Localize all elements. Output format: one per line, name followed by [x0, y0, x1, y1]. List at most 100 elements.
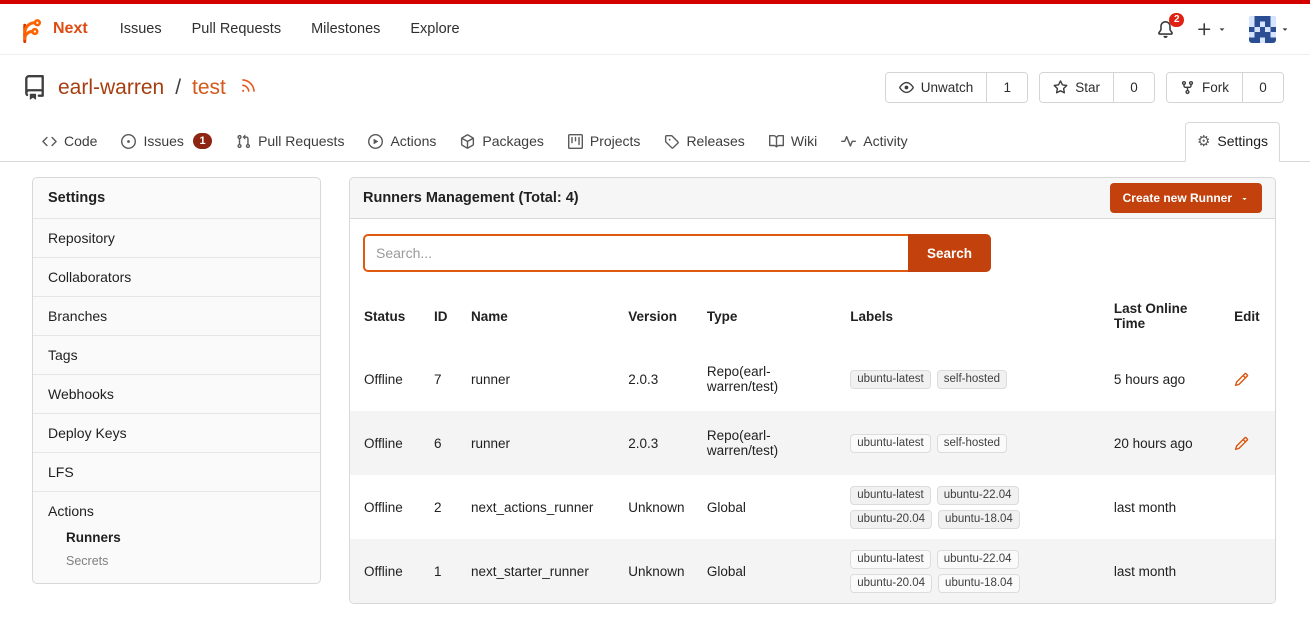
rss-feed-button[interactable]: [237, 76, 257, 100]
table-row: Offline 6 runner 2.0.3 Repo(earl-warren/…: [350, 411, 1275, 475]
repo-tabbar: Code Issues1 Pull Requests Actions Packa…: [0, 116, 1310, 162]
runner-label: ubuntu-latest: [850, 370, 931, 389]
runner-last-online: 5 hours ago: [1104, 347, 1224, 411]
play-circle-icon: [368, 134, 383, 149]
package-icon: [460, 134, 475, 149]
panel-header: Runners Management (Total: 4) Create new…: [349, 177, 1276, 219]
chevron-down-icon: [1280, 24, 1290, 34]
tab-code[interactable]: Code: [30, 122, 109, 162]
runner-id: 2: [424, 475, 461, 539]
unwatch-button[interactable]: Unwatch: [886, 73, 988, 102]
col-labels: Labels: [840, 284, 1104, 347]
brand-label: Next: [53, 20, 88, 38]
runner-labels: ubuntu-latest ubuntu-22.04 ubuntu-20.04 …: [850, 486, 1094, 529]
sidebar-item-collaborators[interactable]: Collaborators: [33, 257, 320, 296]
repo-name-link[interactable]: test: [192, 76, 226, 100]
fork-button[interactable]: Fork: [1167, 73, 1243, 102]
stars-count[interactable]: 0: [1114, 73, 1154, 102]
runner-labels: ubuntu-latest self-hosted: [850, 434, 1094, 453]
runner-type: Repo(earl-warren/test): [697, 347, 840, 411]
runner-version: Unknown: [618, 475, 697, 539]
forks-count[interactable]: 0: [1243, 73, 1283, 102]
runner-label: ubuntu-18.04: [938, 510, 1020, 529]
tab-projects[interactable]: Projects: [556, 122, 653, 162]
runner-labels: ubuntu-latest self-hosted: [850, 370, 1094, 389]
col-last-online: Last Online Time: [1104, 284, 1224, 347]
sidebar-item-tags[interactable]: Tags: [33, 335, 320, 374]
sidebar-item-deploy-keys[interactable]: Deploy Keys: [33, 413, 320, 452]
sidebar-item-actions[interactable]: Actions: [48, 503, 94, 519]
search-button[interactable]: Search: [908, 234, 991, 272]
rss-icon: [240, 77, 257, 94]
tab-actions[interactable]: Actions: [356, 122, 448, 162]
runner-id: 1: [424, 539, 461, 603]
table-header-row: Status ID Name Version Type Labels Last …: [350, 284, 1275, 347]
nav-issues[interactable]: Issues: [120, 21, 162, 37]
sidebar-item-runners[interactable]: Runners: [48, 519, 305, 545]
eye-icon: [899, 80, 914, 95]
runner-label: ubuntu-22.04: [937, 550, 1019, 569]
user-menu-button[interactable]: [1249, 16, 1290, 43]
fork-icon: [1180, 80, 1195, 95]
tab-activity[interactable]: Activity: [829, 122, 919, 162]
star-label: Star: [1075, 80, 1100, 95]
star-button[interactable]: Star: [1040, 73, 1114, 102]
plus-icon: [1196, 21, 1213, 38]
watchers-count[interactable]: 1: [987, 73, 1027, 102]
table-row: Offline 1 next_starter_runner Unknown Gl…: [350, 539, 1275, 603]
tab-issues[interactable]: Issues1: [109, 122, 224, 162]
repo-actions: Unwatch 1 Star 0 Fork 0: [874, 72, 1284, 103]
repo-title: earl-warren / test: [22, 75, 257, 100]
repo-header: earl-warren / test Unwatch 1 Star 0 Fork…: [0, 55, 1310, 116]
nav-pull-requests[interactable]: Pull Requests: [192, 21, 281, 37]
runner-status: Offline: [350, 411, 424, 475]
search-input[interactable]: [363, 234, 908, 272]
runner-label: self-hosted: [937, 434, 1007, 453]
tab-releases[interactable]: Releases: [652, 122, 756, 162]
col-status: Status: [350, 284, 424, 347]
runner-type: Global: [697, 539, 840, 603]
runner-type: Repo(earl-warren/test): [697, 411, 840, 475]
create-menu-button[interactable]: [1196, 21, 1227, 38]
runner-labels: ubuntu-latest ubuntu-22.04 ubuntu-20.04 …: [850, 550, 1094, 593]
page-content: Settings Repository Collaborators Branch…: [0, 162, 1310, 604]
runner-name: next_actions_runner: [461, 475, 618, 539]
forgejo-logo-icon: [16, 14, 46, 44]
sidebar-item-branches[interactable]: Branches: [33, 296, 320, 335]
runner-status: Offline: [350, 475, 424, 539]
chevron-down-icon: [1217, 24, 1227, 34]
notifications-button[interactable]: 2: [1157, 21, 1174, 38]
issue-icon: [121, 134, 136, 149]
runner-last-online: last month: [1104, 539, 1224, 603]
col-version: Version: [618, 284, 697, 347]
tab-wiki[interactable]: Wiki: [757, 122, 829, 162]
tab-pull-requests[interactable]: Pull Requests: [224, 122, 356, 162]
notification-count-badge: 2: [1169, 13, 1184, 27]
runner-last-online: last month: [1104, 475, 1224, 539]
tab-settings[interactable]: ⚙Settings: [1185, 122, 1280, 162]
tab-packages[interactable]: Packages: [448, 122, 555, 162]
sidebar-item-lfs[interactable]: LFS: [33, 452, 320, 491]
runner-id: 6: [424, 411, 461, 475]
pulse-icon: [841, 134, 856, 149]
home-link[interactable]: Next: [16, 14, 88, 44]
col-id: ID: [424, 284, 461, 347]
edit-runner-button[interactable]: [1234, 435, 1249, 450]
pencil-icon: [1234, 372, 1249, 387]
navbar-right: 2: [1157, 16, 1290, 43]
sidebar-item-secrets[interactable]: Secrets: [48, 545, 305, 568]
runner-id: 7: [424, 347, 461, 411]
runner-name: runner: [461, 411, 618, 475]
sidebar-item-webhooks[interactable]: Webhooks: [33, 374, 320, 413]
sidebar-item-repository[interactable]: Repository: [33, 218, 320, 257]
runner-version: 2.0.3: [618, 347, 697, 411]
search-bar: Search: [363, 234, 991, 272]
runner-label: self-hosted: [937, 370, 1007, 389]
nav-milestones[interactable]: Milestones: [311, 21, 380, 37]
edit-runner-button[interactable]: [1234, 371, 1249, 386]
create-runner-button[interactable]: Create new Runner: [1110, 183, 1262, 213]
nav-explore[interactable]: Explore: [410, 21, 459, 37]
gear-icon: ⚙: [1197, 134, 1210, 149]
repo-owner-link[interactable]: earl-warren: [58, 76, 164, 100]
runner-label: ubuntu-latest: [850, 550, 931, 569]
